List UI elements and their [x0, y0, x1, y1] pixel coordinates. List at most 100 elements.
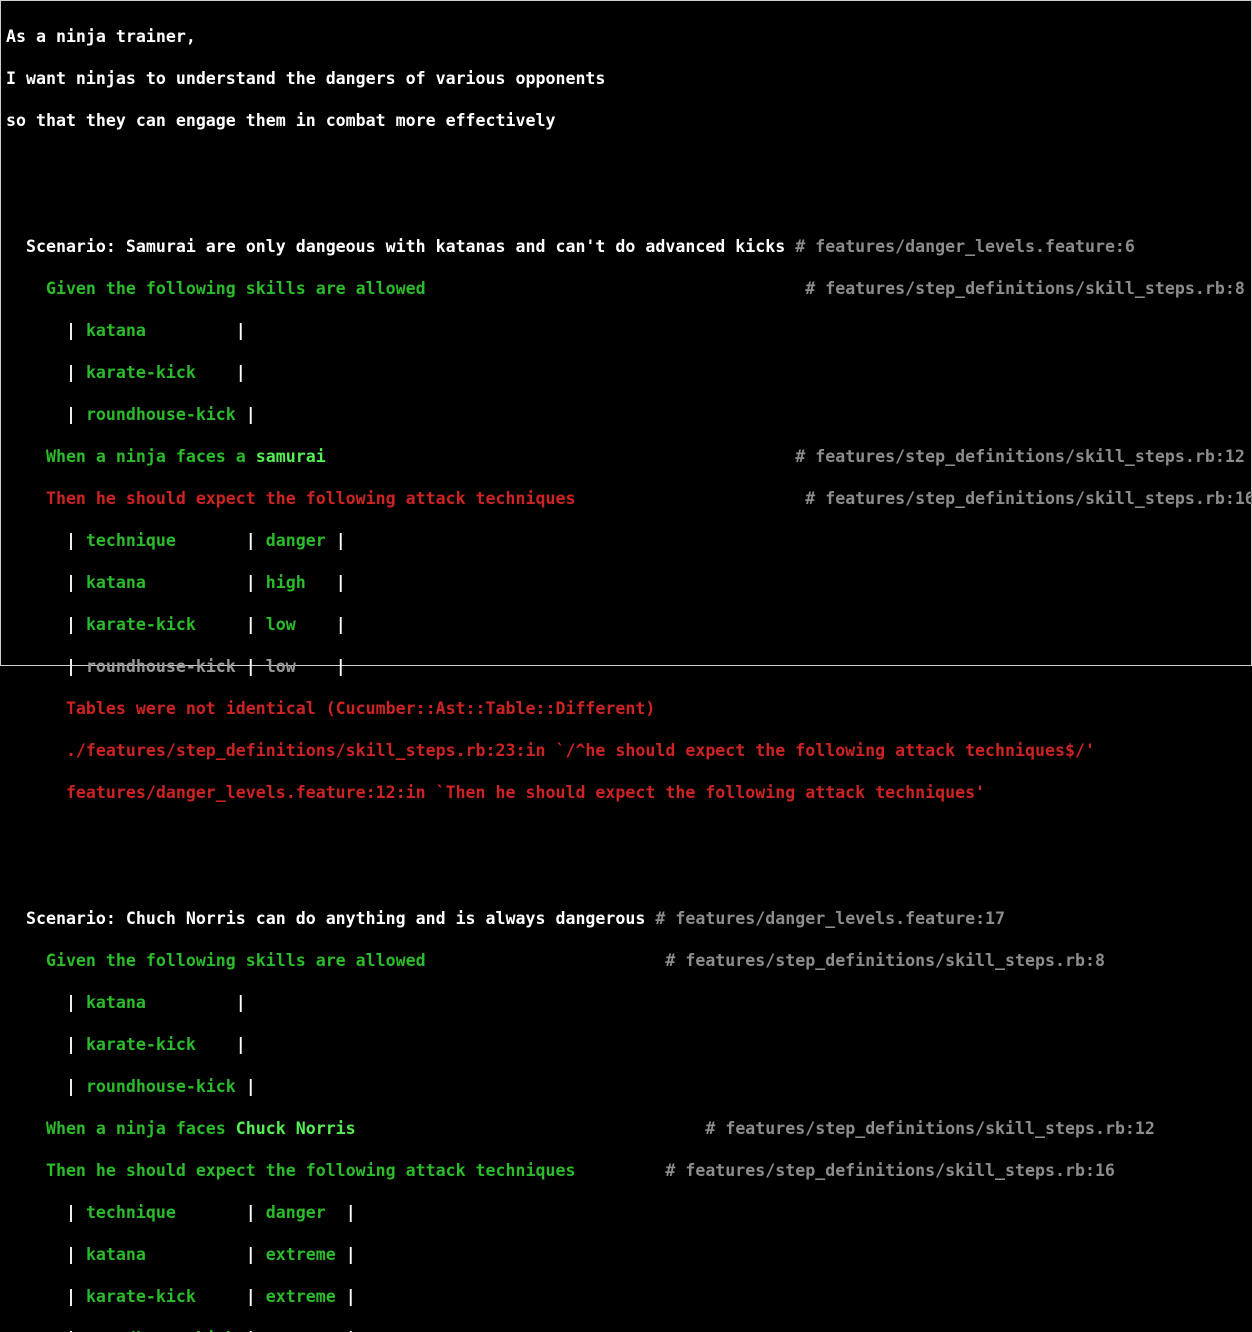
table-cell: katana [85, 993, 226, 1012]
narrative-line: I want ninjas to understand the dangers … [6, 69, 606, 88]
table-row-skipped: | roundhouse-kick | low | [6, 657, 346, 676]
step-location-comment: # features/step_definitions/skill_steps.… [795, 447, 1245, 466]
given-step: Given the following skills are allowed #… [6, 950, 1252, 971]
cell-padding [336, 1245, 346, 1264]
table-row: | katana | extreme | [6, 1245, 356, 1264]
table-cell: extreme [265, 1245, 336, 1264]
table-cell: roundhouse-kick [85, 405, 236, 424]
table-cell: karate-kick [85, 1287, 236, 1306]
table-indent [6, 363, 66, 382]
table-cell: roundhouse-kick [86, 1329, 236, 1332]
scenario-location-comment: # features/danger_levels.feature:17 [645, 909, 1006, 928]
table-border: | [225, 321, 246, 340]
given-step: Given the following skills are allowed #… [6, 278, 1252, 299]
scenario-location-comment: # features/danger_levels.feature:6 [785, 237, 1135, 256]
step-text: Given the following skills are allowed [6, 279, 806, 298]
table-border: | [235, 405, 256, 424]
table-border: | [65, 1077, 86, 1096]
table-cell: extreme [265, 1287, 336, 1306]
step-text: Given the following skills are allowed [6, 951, 666, 970]
terminal-output: As a ninja trainer, I want ninjas to und… [6, 5, 1252, 1332]
step-text: When a ninja faces [6, 1119, 236, 1138]
table-cell: high [265, 573, 306, 592]
table-border: | [65, 993, 86, 1012]
cell-padding [296, 615, 336, 634]
cell-padding [336, 1287, 346, 1306]
table-indent [6, 993, 66, 1012]
step-padding [356, 1119, 706, 1138]
cell-padding [296, 657, 336, 676]
table-cell: katana [85, 321, 226, 340]
table-cell: extreme [266, 1329, 336, 1332]
table-row: | katana | [6, 320, 1252, 341]
error-backtrace-line: ./features/step_definitions/skill_steps.… [6, 741, 1095, 760]
terminal-window[interactable]: As a ninja trainer, I want ninjas to und… [0, 0, 1252, 1332]
step-text: When a ninja faces a [6, 447, 256, 466]
cell-padding [326, 1203, 346, 1222]
when-step: When a ninja faces Chuck Norris # featur… [6, 1118, 1252, 1139]
table-cell: karate-kick [85, 1035, 226, 1054]
table-row: | roundhouse-kick | extreme | [6, 1328, 1252, 1332]
table-cell: low [265, 615, 296, 634]
table-row: | karate-kick | low | [6, 615, 346, 634]
table-cell: danger [265, 1203, 326, 1222]
step-text: Then he should expect the following atta… [6, 1161, 666, 1180]
table-cell: low [265, 657, 296, 676]
step-text: Then he should expect the following atta… [6, 489, 806, 508]
table-border: | [65, 1035, 86, 1054]
step-location-comment: # features/step_definitions/skill_steps.… [665, 1161, 1115, 1180]
table-border: | [65, 405, 86, 424]
table-row: | karate-kick | [6, 1034, 1252, 1055]
table-border: | [225, 1035, 246, 1054]
step-location-comment: # features/step_definitions/skill_steps.… [665, 951, 1105, 970]
step-padding [326, 447, 796, 466]
error-message: Tables were not identical (Cucumber::Ast… [6, 699, 656, 718]
scenario-header: Scenario: Samurai are only dangeous with… [6, 236, 1252, 257]
step-location-comment: # features/step_definitions/skill_steps.… [805, 279, 1245, 298]
step-argument: samurai [255, 447, 326, 466]
scenario-header: Scenario: Chuch Norris can do anything a… [6, 908, 1252, 929]
table-cell: danger [265, 531, 326, 550]
scenario-title: Scenario: Chuch Norris can do anything a… [6, 909, 646, 928]
table-cell: technique [85, 531, 236, 550]
narrative-line: As a ninja trainer, [6, 27, 196, 46]
when-step: When a ninja faces a samurai # features/… [6, 446, 1252, 467]
table-border: | [225, 363, 246, 382]
table-cell: roundhouse-kick [85, 657, 236, 676]
table-row: | karate-kick | extreme | [6, 1287, 356, 1306]
step-location-comment: # features/step_definitions/skill_steps.… [805, 489, 1252, 508]
table-indent [6, 1077, 66, 1096]
step-argument: Chuck Norris [235, 1119, 356, 1138]
then-step-failed: Then he should expect the following atta… [6, 488, 1252, 509]
step-location-comment: # features/step_definitions/skill_steps.… [705, 1119, 1155, 1138]
table-cell: karate-kick [85, 615, 236, 634]
table-row: | technique | danger | [6, 1203, 356, 1222]
table-cell: karate-kick [85, 363, 226, 382]
table-row: | technique | danger | [6, 531, 346, 550]
table-border: | [225, 993, 246, 1012]
table-cell: roundhouse-kick [85, 1077, 236, 1096]
table-indent [6, 1035, 66, 1054]
cell-padding [326, 531, 336, 550]
table-row: | katana | [6, 992, 1252, 1013]
table-row: | roundhouse-kick | [6, 1076, 1252, 1097]
table-row: | karate-kick | [6, 362, 1252, 383]
table-cell: katana [85, 1245, 236, 1264]
then-step: Then he should expect the following atta… [6, 1160, 1252, 1181]
table-indent [6, 405, 66, 424]
table-border: | [235, 1077, 256, 1096]
scenario-title: Scenario: Samurai are only dangeous with… [6, 237, 786, 256]
cell-padding [336, 1329, 346, 1332]
error-backtrace-line: features/danger_levels.feature:12:in `Th… [6, 783, 986, 802]
table-border: | [65, 363, 86, 382]
table-cell: katana [85, 573, 236, 592]
table-cell: technique [85, 1203, 236, 1222]
table-row: | roundhouse-kick | [6, 404, 1252, 425]
cell-padding [306, 573, 336, 592]
table-indent [6, 321, 66, 340]
table-border: | [65, 321, 86, 340]
table-row: | katana | high | [6, 573, 346, 592]
narrative-line: so that they can engage them in combat m… [6, 111, 556, 130]
